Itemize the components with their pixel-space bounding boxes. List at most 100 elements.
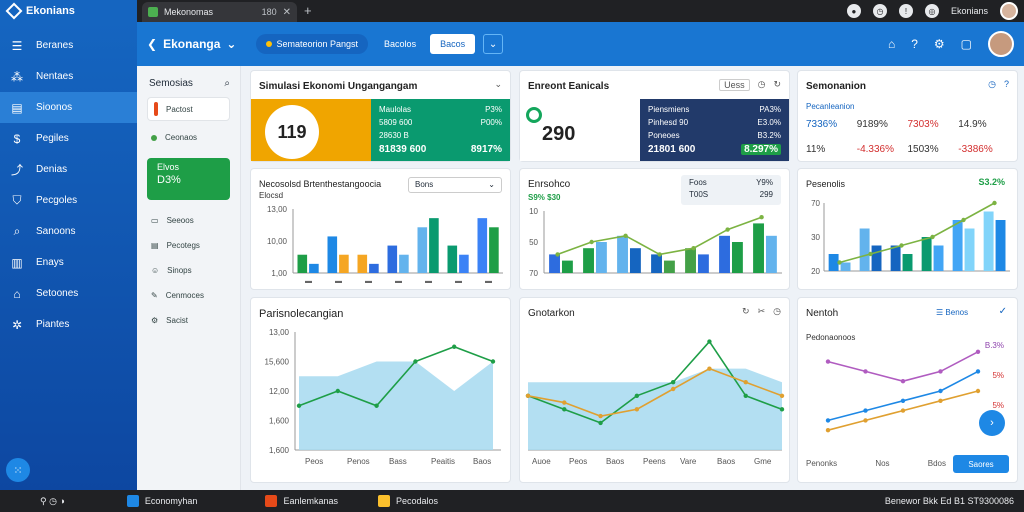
list-item[interactable]: Ceonaos xyxy=(137,125,240,150)
app-title[interactable]: ❮ Ekonanga ⌄ xyxy=(147,37,236,51)
metric-rows: Piensmiens PA3% Pinhesd 90 E3.0% Poneoes B3… xyxy=(640,99,789,161)
tick-label: 12,00 xyxy=(269,387,290,396)
stat-value: 11% xyxy=(806,144,826,155)
list-item[interactable]: ⚙ Sacist xyxy=(137,308,240,333)
stat-grid: 7336% 9189% 7303% 14.9% 11% -4.336% 1503… xyxy=(806,119,1009,155)
list-item[interactable]: Pactost xyxy=(147,97,230,121)
profile-icon[interactable]: ● xyxy=(846,4,861,18)
list-item-label: Sinops xyxy=(167,266,192,275)
header-tools: ⌂ ? ⚙ ▢ xyxy=(888,31,1014,57)
tick-label: Baos xyxy=(606,457,624,466)
check-icon[interactable]: ✓ xyxy=(999,306,1007,317)
sidebar-item-pegiles[interactable]: $ Pegiles xyxy=(0,123,137,154)
tick-label: Bass xyxy=(389,457,407,466)
help-icon[interactable]: ? xyxy=(911,37,918,51)
sidebar-item-enays[interactable]: ▥ Enays xyxy=(0,247,137,278)
data-point xyxy=(975,349,981,354)
tick-label: ▬ xyxy=(335,278,342,285)
sidebar-item-pecgoles[interactable]: ⛉ Pecgoles xyxy=(0,185,137,216)
highlight-card[interactable]: Elvos D3% xyxy=(147,158,230,200)
bar xyxy=(447,245,458,273)
header-dropdown-button[interactable]: ⌄ xyxy=(483,34,504,54)
clock-icon[interactable]: ◷ xyxy=(988,79,996,90)
logo-icon xyxy=(5,2,23,20)
clock-icon[interactable]: ◷ xyxy=(872,4,887,18)
new-tab-icon[interactable]: + xyxy=(304,3,312,18)
window-icon[interactable]: ▢ xyxy=(961,37,972,51)
refresh-icon[interactable]: ↻ xyxy=(773,79,781,91)
bar-chart: 13,00 10,00 1,00 ▬ ▬ ▬ ▬ ▬ ▬ ▬ xyxy=(267,205,503,285)
value-block: 290 xyxy=(520,99,640,161)
home-icon[interactable]: ⌂ xyxy=(888,37,895,51)
tick-label: ▬ xyxy=(455,278,462,285)
clock-icon[interactable]: ◷ xyxy=(758,79,766,91)
refresh-icon[interactable]: ↻ xyxy=(742,306,750,317)
tick-label: Penos xyxy=(347,457,370,466)
sidebar-item-label: Sioonos xyxy=(36,102,73,113)
data-point xyxy=(452,344,457,349)
bar xyxy=(828,254,839,271)
top-user-name[interactable]: Ekonians xyxy=(951,6,988,16)
list-item[interactable]: ▤ Pecotegs xyxy=(137,233,240,258)
app-icon xyxy=(126,495,139,507)
header-link[interactable]: Bacolos xyxy=(384,39,416,49)
tick-label: 20 xyxy=(811,267,820,276)
list-item[interactable]: ▭ Seeoos xyxy=(137,208,240,233)
tick-label: ▬ xyxy=(425,278,432,285)
period-select[interactable]: Bons ⌄ xyxy=(408,177,502,193)
history-icon[interactable]: ◷ xyxy=(773,306,781,317)
tick-label: Bdos xyxy=(927,459,946,468)
bar xyxy=(369,263,379,273)
search-icon[interactable]: ⌕ xyxy=(224,78,230,89)
taskbar-app[interactable]: Economyhan xyxy=(126,495,197,507)
data-point xyxy=(670,380,676,385)
app-logo[interactable]: Ekonians xyxy=(0,0,137,22)
sidebar-item-sioonos[interactable]: ▤ Sioonos xyxy=(0,92,137,123)
settings-icon[interactable]: ⚙ xyxy=(934,37,945,51)
header-primary-button[interactable]: Bacos xyxy=(430,34,476,54)
tab-close-icon[interactable]: ✕ xyxy=(283,7,291,18)
cog-icon: ✲ xyxy=(11,317,23,332)
sidebar-item-setoones[interactable]: ⌂ Setoones xyxy=(0,278,137,309)
ring-icon xyxy=(526,107,542,123)
card-tools: ↻ ✂ ◷ xyxy=(742,306,781,317)
more-icon[interactable]: ⌄ xyxy=(494,79,502,90)
summary-card: Semonanion ◷ ? Pecanleanion 7336% 9189% … xyxy=(797,70,1018,162)
browser-tab[interactable]: Mekonomas 180 ✕ xyxy=(142,2,297,22)
help-icon[interactable]: ? xyxy=(1004,79,1009,90)
data-point xyxy=(296,403,302,408)
tools-icon[interactable]: ✂ xyxy=(758,306,766,317)
bar xyxy=(753,223,764,273)
notification-icon[interactable]: ! xyxy=(898,4,913,18)
list-item[interactable]: ☺ Sinops xyxy=(137,258,240,283)
sidebar-item-sanoons[interactable]: ⌕ Sanoons xyxy=(0,216,137,247)
logo-text: Ekonians xyxy=(26,5,75,17)
taskbar-app[interactable]: Pecodalos xyxy=(377,495,438,507)
bar xyxy=(595,242,607,273)
list-item[interactable]: ✎ Cenmoces xyxy=(137,283,240,308)
metric-value: P00% xyxy=(480,118,502,127)
save-button[interactable]: Saores xyxy=(953,455,1009,473)
app-icon xyxy=(265,495,278,507)
stat-value: 9189% xyxy=(856,119,888,130)
system-tray-icons[interactable]: ⚲ ◷ ◑ xyxy=(40,496,65,507)
sidebar-item-nentaes[interactable]: ⁂ Nentaes xyxy=(0,61,137,92)
sidebar-item-piantes[interactable]: ✲ Piantes xyxy=(0,309,137,340)
sidebar-item-denias[interactable]: ⤴ Denias xyxy=(0,154,137,185)
view-badge[interactable]: Uess xyxy=(719,79,750,91)
globe-icon[interactable]: ◎ xyxy=(924,4,939,18)
next-button[interactable]: › xyxy=(979,410,1005,436)
tick-label: Nos xyxy=(875,459,890,468)
card-badge[interactable]: ☰ Benos xyxy=(936,308,968,317)
bar xyxy=(840,262,851,271)
apps-grid-button[interactable]: ⁙ xyxy=(6,458,30,482)
bar xyxy=(297,254,308,273)
data-point xyxy=(725,227,730,232)
avatar[interactable] xyxy=(988,31,1014,57)
avatar[interactable] xyxy=(1000,2,1018,20)
data-point xyxy=(555,252,560,257)
menu-icon: ☰ xyxy=(11,38,23,53)
scenario-pill-button[interactable]: Semateorion Pangst xyxy=(256,34,369,54)
sidebar-item-beranes[interactable]: ☰ Beranes xyxy=(0,30,137,61)
taskbar-app[interactable]: Eanlemkanas xyxy=(265,495,338,507)
